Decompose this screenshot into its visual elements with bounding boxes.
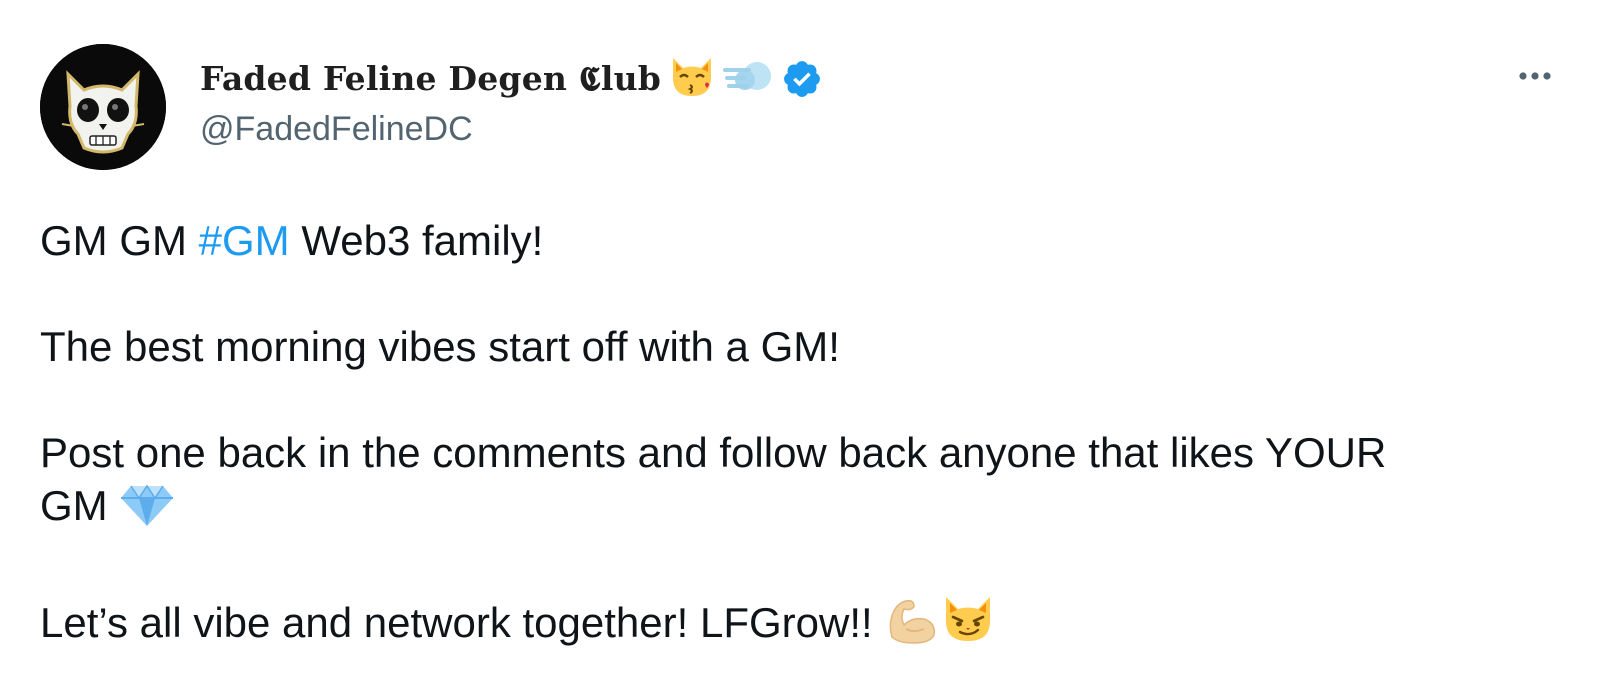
author-display-name[interactable]: Faded Feline Degen 𝕮lub xyxy=(200,59,661,99)
tweet-card: Faded Feline Degen 𝕮lub @FadedFelineDC G… xyxy=(0,0,1600,680)
text-segment: Let’s all vibe and network together! LFG… xyxy=(40,599,873,646)
tweet-text: GM GM #GM Web3 family! The best morning … xyxy=(40,214,1540,657)
text-segment: GM xyxy=(40,482,108,529)
dash-emoji-icon xyxy=(723,54,773,105)
kissing-cat-emoji-icon xyxy=(667,54,717,105)
flexed-biceps-emoji-icon xyxy=(884,593,940,657)
tweet-line-4: GM xyxy=(40,479,1540,540)
tweet-line-2: The best morning vibes start off with a … xyxy=(40,323,840,370)
smirking-cat-emoji-icon xyxy=(940,593,996,657)
gem-emoji-icon xyxy=(119,482,175,540)
verified-badge-icon xyxy=(781,58,823,100)
tweet-line-3: Post one back in the comments and follow… xyxy=(40,429,1387,476)
more-button[interactable] xyxy=(1510,56,1560,96)
text-segment: Web3 family! xyxy=(289,217,544,264)
hashtag-link[interactable]: #GM xyxy=(199,217,290,264)
author-name-row: Faded Feline Degen 𝕮lub xyxy=(200,54,823,104)
skull-cat-avatar-icon xyxy=(40,44,166,170)
author-handle[interactable]: @FadedFelineDC xyxy=(200,110,473,149)
avatar[interactable] xyxy=(40,44,166,170)
text-segment: GM GM xyxy=(40,217,199,264)
tweet-header: Faded Feline Degen 𝕮lub @FadedFelineDC xyxy=(200,54,1560,164)
tweet-line-5: Let’s all vibe and network together! LFG… xyxy=(40,593,1540,657)
tweet-line-1: GM GM #GM Web3 family! xyxy=(40,214,1540,267)
more-icon xyxy=(1519,72,1551,80)
